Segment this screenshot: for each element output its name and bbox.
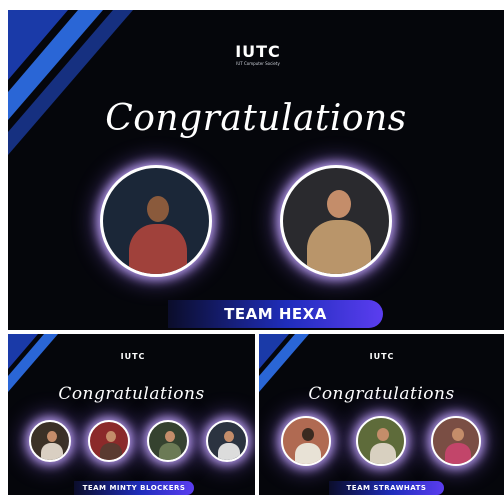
strawhats-panel: IUTC Congratulations TEAM STRAWHATS [259, 334, 504, 495]
member-photo-2 [88, 420, 130, 462]
iutc-logo: IUTC [369, 352, 395, 361]
iutc-logo: IUTC IUT Computer Society [213, 42, 303, 66]
member-photo-4 [206, 420, 248, 462]
congratulations-title: Congratulations [58, 384, 205, 404]
congratulations-title: Congratulations [105, 98, 407, 139]
member-photo-1 [281, 416, 331, 466]
team-banner: TEAM HEXA [168, 300, 383, 328]
member-photo-3 [147, 420, 189, 462]
iutc-logo: IUTC [120, 352, 146, 361]
member-photo-3 [431, 416, 481, 466]
logo-tagline: IUT Computer Society [236, 61, 280, 66]
main-congratulations-panel: IUTC IUT Computer Society Congratulation… [8, 10, 504, 330]
congratulations-title: Congratulations [308, 384, 455, 404]
member-photo-2 [356, 416, 406, 466]
member-photo-1 [100, 165, 212, 277]
member-photo-2 [280, 165, 392, 277]
member-photo-1 [29, 420, 71, 462]
minty-blockers-panel: IUTC Congratulations TEAM MINTY BLOCKERS [8, 334, 255, 495]
team-banner: TEAM STRAWHATS [329, 481, 444, 495]
team-banner: TEAM MINTY BLOCKERS [74, 481, 194, 495]
